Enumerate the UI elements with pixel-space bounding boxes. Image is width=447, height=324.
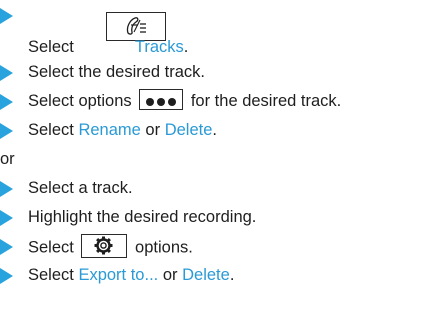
or-word: or xyxy=(145,121,161,139)
settings-gear-icon[interactable] xyxy=(81,234,128,258)
or-word: or xyxy=(162,266,178,284)
step-text: Highlight the desired recording. xyxy=(28,208,257,226)
period: . xyxy=(212,121,217,139)
tracks-link[interactable]: Tracks xyxy=(135,38,184,56)
delete-link[interactable]: Delete xyxy=(165,121,213,139)
step-select-word: Select xyxy=(28,38,74,56)
bullet-arrow-icon xyxy=(0,123,13,139)
export-to-link[interactable]: Export to... xyxy=(78,266,158,284)
step-text-before: Select options xyxy=(28,92,132,110)
delete-link[interactable]: Delete xyxy=(182,266,230,284)
step-text: Select a track. xyxy=(28,179,133,197)
bullet-arrow-icon xyxy=(0,181,13,197)
bullet-arrow-icon xyxy=(0,94,13,110)
step-text-after: for the desired track. xyxy=(190,92,342,110)
step-text-after: options. xyxy=(135,238,193,257)
bullet-arrow-icon xyxy=(0,268,13,284)
bullet-arrow-icon xyxy=(0,210,13,226)
bullet-arrow-icon xyxy=(0,65,13,81)
bullet-arrow-icon xyxy=(0,239,13,255)
period: . xyxy=(183,38,189,56)
options-dots-icon[interactable] xyxy=(139,89,184,111)
bullet-arrow-icon xyxy=(0,8,13,24)
step-text: Select the desired track. xyxy=(28,63,206,81)
step-select-word: Select xyxy=(28,266,74,284)
period: . xyxy=(229,266,235,284)
step-text-before: Select xyxy=(28,238,74,257)
rename-link[interactable]: Rename xyxy=(78,121,140,139)
step-select-word: Select xyxy=(28,121,74,139)
